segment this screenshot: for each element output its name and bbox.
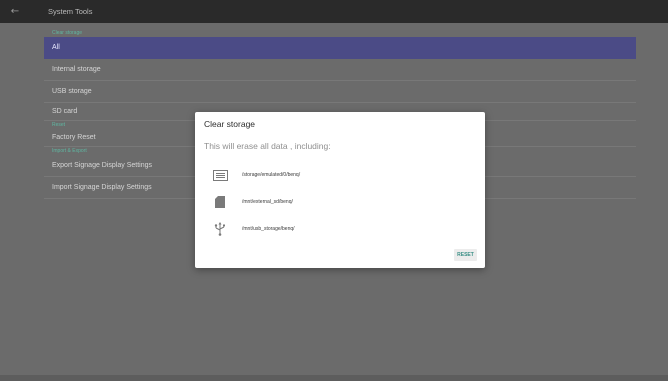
reset-button[interactable]: RESET (454, 249, 477, 261)
path-row-usb: /mnt/usb_storage/benq/ (211, 219, 295, 239)
usb-icon (211, 222, 229, 236)
sd-card-icon (211, 195, 229, 209)
clear-storage-section-header: Clear storage (52, 30, 83, 36)
bottom-edge (0, 375, 668, 381)
app-bar: ← System Tools (0, 0, 668, 23)
path-row-sd: /mnt/external_sd/benq/ (211, 192, 293, 212)
app-title: System Tools (48, 7, 93, 16)
dialog-title: Clear storage (204, 119, 256, 129)
dialog-message: This will erase all data , including: (204, 141, 331, 151)
list-item-internal-storage[interactable]: Internal storage (44, 59, 636, 81)
storage-icon (211, 168, 229, 182)
clear-storage-dialog: Clear storage This will erase all data ,… (195, 112, 485, 268)
path-text: /mnt/external_sd/benq/ (242, 199, 293, 205)
list-item-usb-storage[interactable]: USB storage (44, 81, 636, 103)
path-text: /mnt/usb_storage/benq/ (242, 226, 295, 232)
back-arrow-icon[interactable]: ← (0, 6, 30, 17)
path-row-internal: /storage/emulated/0/benq/ (211, 165, 300, 185)
path-text: /storage/emulated/0/benq/ (242, 172, 301, 178)
list-item-all[interactable]: All (44, 37, 636, 59)
